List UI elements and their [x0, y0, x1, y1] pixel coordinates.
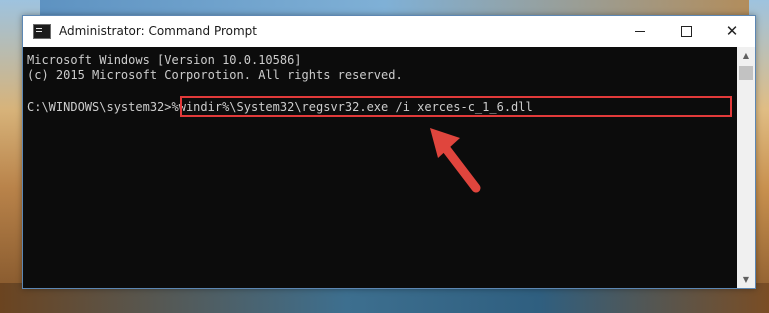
chevron-up-icon: ▲ — [742, 51, 750, 60]
vertical-scrollbar[interactable]: ▲ ▼ — [737, 47, 755, 288]
scroll-down-button[interactable]: ▼ — [737, 271, 755, 288]
title-bar[interactable]: Administrator: Command Prompt ✕ — [23, 16, 755, 47]
console-output[interactable]: Microsoft Windows [Version 10.0.10586] (… — [23, 47, 737, 288]
red-arrow-icon — [430, 128, 481, 193]
version-line: Microsoft Windows [Version 10.0.10586] — [27, 53, 302, 67]
close-button[interactable]: ✕ — [709, 16, 755, 47]
chevron-down-icon: ▼ — [742, 275, 750, 284]
command-prompt-window[interactable]: Administrator: Command Prompt ✕ Microsof… — [22, 15, 756, 289]
cmd-icon — [33, 24, 51, 39]
window-title: Administrator: Command Prompt — [59, 24, 257, 38]
scroll-up-button[interactable]: ▲ — [737, 47, 755, 64]
copyright-line: (c) 2015 Microsoft Corporotion. All righ… — [27, 68, 403, 82]
minimize-button[interactable] — [617, 16, 663, 47]
command-highlight-box — [180, 96, 732, 117]
maximize-icon — [680, 26, 692, 37]
maximize-button[interactable] — [663, 16, 709, 47]
desktop-sky — [0, 0, 769, 16]
prompt-text: C:\WINDOWS\system32> — [27, 100, 172, 114]
scrollbar-thumb[interactable] — [739, 66, 753, 80]
close-icon: ✕ — [725, 22, 739, 40]
minimize-icon — [635, 31, 645, 32]
